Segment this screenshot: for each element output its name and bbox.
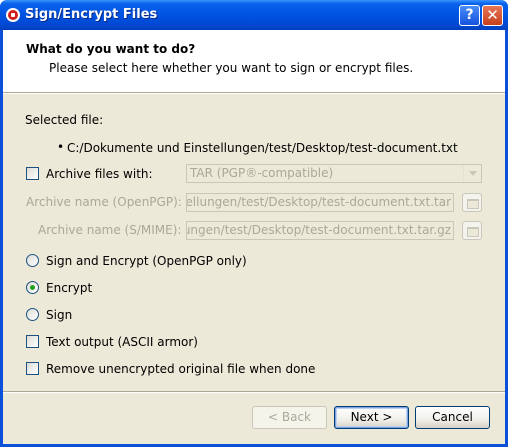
wizard-header: What do you want to do? Please select he… [3, 30, 505, 93]
selected-file-path: C:/Dokumente und Einstellungen/test/Desk… [67, 141, 458, 155]
archive-name-openpgp-input: C:/Dokumente und Einstellungen/test/Desk… [186, 193, 454, 212]
window-title: Sign/Encrypt Files [25, 7, 158, 22]
sign-encrypt-window: Sign/Encrypt Files ? ✕ What do you want … [0, 0, 508, 447]
kleopatra-app-icon [6, 8, 20, 22]
archive-format-select: TAR (PGP®-compatible) [186, 164, 482, 183]
header-subtitle: Please select here whether you want to s… [49, 61, 414, 75]
archive-name-smime-label: Archive name (S/MIME): [38, 223, 182, 237]
header-divider [3, 93, 505, 94]
selected-file-label: Selected file: [25, 113, 104, 127]
archive-format-value: TAR (PGP®-compatible) [190, 166, 334, 180]
title-bar[interactable]: Sign/Encrypt Files ? ✕ [0, 0, 508, 30]
bullet-icon: • [57, 140, 65, 154]
archive-files-label[interactable]: Archive files with: [46, 167, 153, 181]
sign-and-encrypt-radio[interactable] [26, 254, 39, 267]
text-output-label[interactable]: Text output (ASCII armor) [46, 335, 198, 349]
archive-files-checkbox[interactable] [26, 167, 39, 180]
encrypt-label[interactable]: Encrypt [46, 281, 92, 295]
button-divider-highlight [3, 392, 505, 393]
remove-unencrypted-checkbox[interactable] [26, 362, 39, 375]
browse-smime-folder-icon [462, 221, 482, 240]
encrypt-radio[interactable] [26, 281, 39, 294]
help-button[interactable]: ? [459, 5, 480, 26]
archive-name-smime-input: C:/Dokumente und Einstellungen/test/Desk… [186, 221, 454, 240]
back-button[interactable]: < Back [252, 406, 327, 429]
browse-openpgp-folder-icon [462, 193, 482, 212]
text-output-checkbox[interactable] [26, 335, 39, 348]
next-button[interactable]: Next > [334, 406, 409, 429]
close-button[interactable]: ✕ [482, 5, 503, 26]
chevron-down-icon [463, 165, 481, 182]
remove-unencrypted-label[interactable]: Remove unencrypted original file when do… [46, 362, 315, 376]
sign-label[interactable]: Sign [46, 308, 72, 322]
sign-radio[interactable] [26, 308, 39, 321]
sign-and-encrypt-label[interactable]: Sign and Encrypt (OpenPGP only) [46, 254, 247, 268]
archive-name-openpgp-label: Archive name (OpenPGP): [26, 195, 182, 209]
cancel-button[interactable]: Cancel [415, 406, 490, 429]
header-title: What do you want to do? [26, 42, 196, 56]
dialog-body: What do you want to do? Please select he… [3, 30, 505, 444]
